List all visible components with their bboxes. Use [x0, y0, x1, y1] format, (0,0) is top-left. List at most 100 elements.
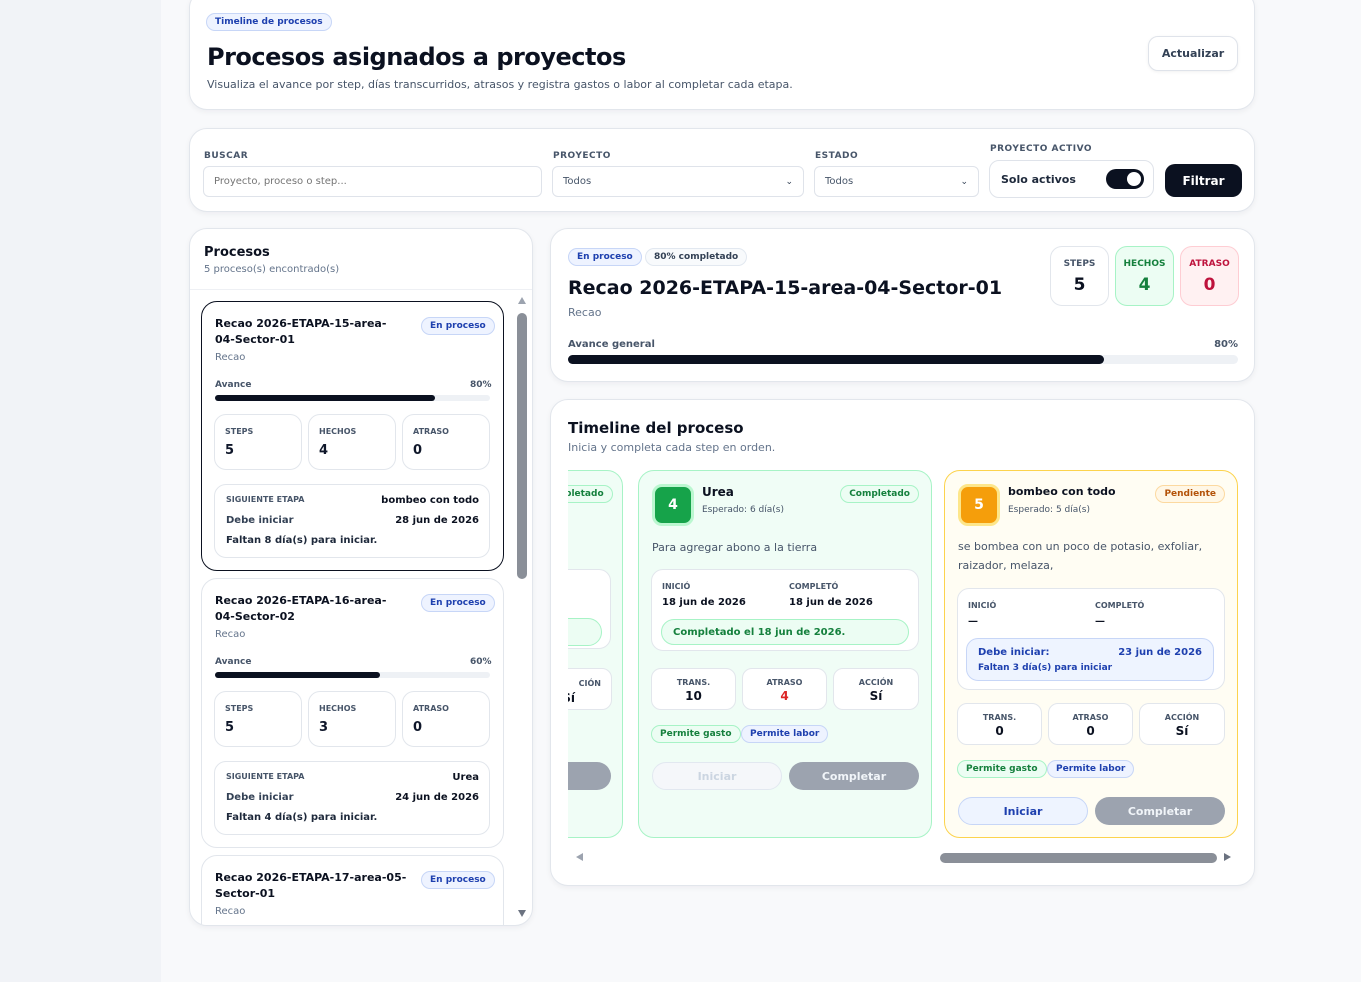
stat-label: STEPS [1063, 259, 1096, 269]
dates-box: INICIÓ 18 jun de 2026 COMPLETÓ 18 jun de… [651, 569, 919, 651]
start-button[interactable]: Iniciar [652, 762, 782, 790]
trans-box: TRANS. 10 [651, 668, 736, 710]
process-item[interactable]: Recao 2026-ETAPA-15-area-04-Sector-01 En… [201, 301, 504, 571]
step-number: 4 [668, 497, 678, 513]
stat-value: 0 [1203, 275, 1216, 295]
scroll-up-arrow[interactable] [518, 297, 526, 304]
process-item[interactable]: Recao 2026-ETAPA-16-area-04-Sector-02 En… [201, 578, 504, 848]
step-status-badge: Pendiente [1155, 485, 1225, 503]
progress-value: 80% [470, 380, 492, 390]
timeline-card: Timeline del proceso Inicia y completa c… [550, 399, 1255, 886]
completed-label: COMPLETÓ [1095, 601, 1145, 610]
toggle-switch[interactable] [1106, 169, 1144, 189]
search-input[interactable] [203, 166, 542, 197]
delay-box: ATRASO 0 [1048, 703, 1133, 745]
project-select-value: Todos [563, 176, 592, 187]
step-number-badge: 5 [958, 484, 1000, 526]
delay-value: 0 [1086, 724, 1095, 738]
allows-labor-tag: Permite labor [1047, 760, 1135, 778]
status-badge: En proceso [421, 317, 495, 335]
stat-label: ATRASO [1189, 259, 1230, 269]
progress-bar [215, 672, 490, 678]
next-step-box: SIGUIENTE ETAPA Urea Debe iniciar 24 jun… [214, 761, 490, 835]
chevron-down-icon: ⌄ [785, 177, 793, 187]
list-scrollbar-thumb[interactable] [517, 313, 527, 579]
stat-value: 5 [1073, 275, 1086, 295]
state-select-value: Todos [825, 176, 854, 187]
must-start-label: Debe iniciar [226, 792, 294, 803]
complete-button[interactable]: r [568, 762, 611, 790]
dates-box [568, 569, 611, 649]
process-item[interactable]: Recao 2026-ETAPA-17-area-05-Sector-01 En… [201, 855, 504, 925]
start-date: 24 jun de 2026 [395, 792, 479, 803]
scroll-left-arrow[interactable] [576, 853, 583, 861]
action-box: CIÓN Sí [568, 668, 612, 710]
stat-label: HECHOS [1123, 259, 1166, 269]
completed-note [568, 618, 602, 646]
step-name: bombeo con todo [1008, 485, 1116, 498]
step-expected: Esperado: 5 día(s) [1008, 505, 1090, 515]
refresh-button[interactable]: Actualizar [1148, 36, 1238, 71]
completed-label: COMPLETÓ [789, 582, 839, 591]
header-card: Timeline de procesos Procesos asignados … [189, 0, 1255, 110]
start-date: 28 jun de 2026 [395, 515, 479, 526]
next-step-box: SIGUIENTE ETAPA bombeo con todo Debe ini… [214, 484, 490, 558]
must-start-label: Debe iniciar [226, 515, 294, 526]
stat-done: HECHOS 3 [308, 691, 396, 747]
complete-button[interactable]: Completar [1095, 797, 1225, 825]
overall-progress-fill [568, 355, 1104, 364]
detail-percent-badge: 80% completado [645, 248, 748, 266]
overall-progress-value: 80% [1214, 339, 1238, 350]
process-item-name: Recao 2026-ETAPA-16-area-04-Sector-02 [215, 594, 387, 623]
stat-delay: ATRASO 0 [402, 414, 490, 470]
started-label: INICIÓ [662, 582, 691, 591]
started-date: — [968, 616, 978, 627]
timeline-step-card: 5 bombeo con todo Esperado: 5 día(s) Pen… [944, 470, 1238, 838]
scroll-right-arrow[interactable] [1224, 853, 1231, 861]
delay-box: ATRASO 4 [742, 668, 827, 710]
action-value: Sí [1175, 724, 1189, 738]
status-badge: pletado [568, 485, 613, 503]
action-box: ACCIÓN Sí [833, 668, 919, 710]
state-label: ESTADO [815, 151, 859, 161]
progress-fill [215, 395, 435, 401]
timeline-step-card: 4 Urea Esperado: 6 día(s) Completado Par… [638, 470, 932, 838]
remaining-text: Faltan 3 día(s) para iniciar [978, 663, 1113, 673]
detail-status-badge: En proceso [568, 248, 642, 266]
process-list-title: Procesos [204, 245, 270, 260]
detail-card: En proceso 80% completado Recao 2026-ETA… [550, 228, 1255, 382]
step-number-badge: 4 [652, 484, 694, 526]
project-label: PROYECTO [553, 151, 611, 161]
state-select[interactable]: Todos ⌄ [814, 166, 979, 197]
section-badge: Timeline de procesos [206, 13, 332, 31]
detail-title: Recao 2026-ETAPA-15-area-04-Sector-01 [568, 277, 1003, 299]
active-toggle-box[interactable]: Solo activos [989, 160, 1154, 198]
delay-label: ATRASO [1072, 713, 1109, 722]
scroll-down-arrow[interactable] [518, 910, 526, 917]
stat-label: STEPS [225, 704, 254, 713]
timeline-viewport: pletado CIÓN Sí r 4 Urea Esperado: 6 dí [568, 470, 1240, 842]
detail-subtitle: Recao [568, 306, 602, 319]
completed-date: 18 jun de 2026 [789, 597, 873, 608]
page-subtitle: Visualiza el avance por step, días trans… [207, 78, 793, 91]
complete-button[interactable]: Completar [789, 762, 919, 790]
timeline-scrollbar-thumb[interactable] [940, 853, 1217, 863]
overall-progress-bar [568, 355, 1238, 364]
filter-button[interactable]: Filtrar [1165, 164, 1242, 197]
trans-label: TRANS. [676, 678, 711, 687]
stat-value: 4 [1138, 275, 1151, 295]
trans-label: TRANS. [982, 713, 1017, 722]
step-expected: Esperado: 6 día(s) [702, 505, 784, 515]
allows-expense-tag: Permite gasto [651, 725, 741, 743]
project-select[interactable]: Todos ⌄ [552, 166, 804, 197]
process-item-subtitle: Recao [215, 352, 246, 363]
next-step-label: SIGUIENTE ETAPA [226, 772, 305, 781]
start-button[interactable]: Iniciar [958, 797, 1088, 825]
delay-value: 4 [780, 689, 789, 703]
timeline-subtitle: Inicia y completa cada step en orden. [568, 441, 776, 454]
step-name: Urea [702, 485, 734, 499]
action-value: Sí [869, 689, 883, 703]
process-list-card: Procesos 5 proceso(s) encontrado(s) Reca… [189, 228, 533, 926]
stat-label: HECHOS [319, 704, 357, 713]
page: Timeline de procesos Procesos asignados … [161, 0, 1361, 982]
